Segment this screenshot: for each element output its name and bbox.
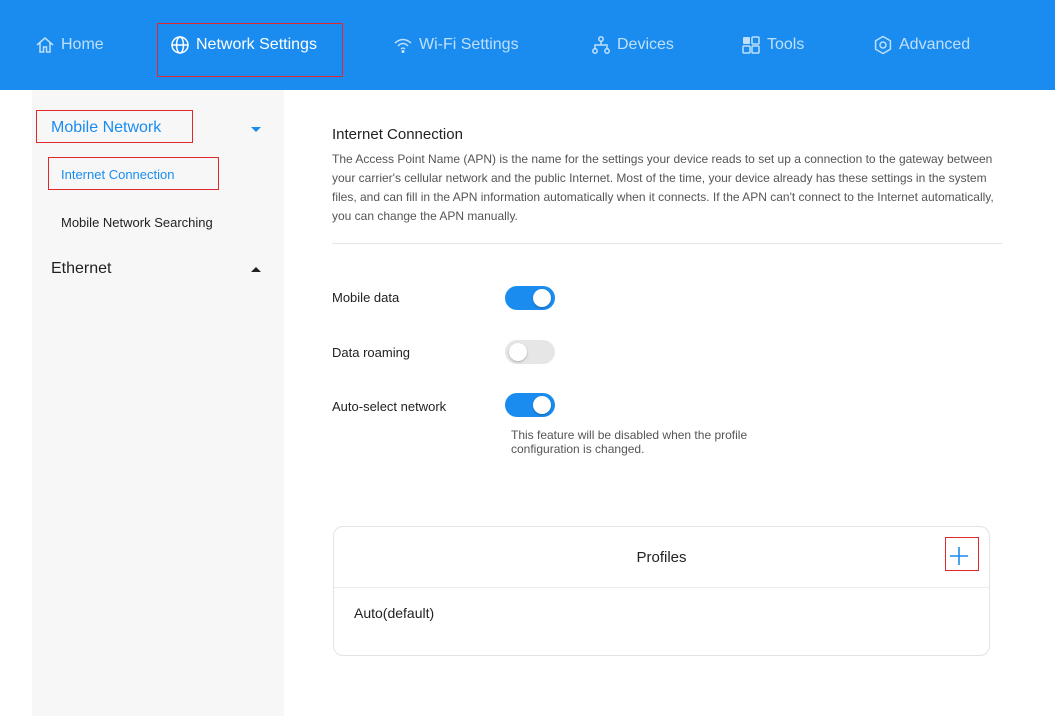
nav-home-label: Home [61,36,104,53]
toggle-knob [533,289,551,307]
tools-grid-icon [741,35,761,55]
nav-tools[interactable]: Tools [741,0,804,90]
nav-network-settings[interactable]: Network Settings [170,0,317,90]
mobile-data-toggle[interactable] [505,286,555,310]
sidebar-ethernet-label: Ethernet [51,260,112,277]
data-roaming-label: Data roaming [332,345,411,360]
globe-icon [170,35,190,55]
nav-tools-label: Tools [767,36,805,53]
sidebar-mobile-network[interactable]: Mobile Network [51,118,161,138]
auto-select-network-toggle[interactable] [505,393,555,417]
auto-select-network-label: Auto-select network [332,399,447,414]
nav-devices[interactable]: Devices [591,0,674,90]
home-icon [35,35,55,55]
sidebar-ethernet[interactable]: Ethernet [51,259,111,279]
nav-home[interactable]: Home [35,0,104,90]
sidebar-item-internet-connection[interactable]: Internet Connection [61,167,174,182]
chevron-up-icon[interactable] [251,267,261,272]
toggle-knob [533,396,551,414]
sidebar [32,90,284,716]
nav-wifi-settings[interactable]: Wi-Fi Settings [393,0,519,90]
toggle-knob [509,343,527,361]
profile-item[interactable]: Auto(default) [354,605,434,621]
top-nav: Home Network Settings Wi-Fi Settings Dev… [0,0,1055,90]
page-description: The Access Point Name (APN) is the name … [332,152,994,223]
profiles-card: Profiles Auto(default) [333,526,990,656]
nav-advanced[interactable]: Advanced [873,0,970,90]
mobile-data-label: Mobile data [332,290,400,305]
profiles-card-header: Profiles [334,527,989,588]
data-roaming-toggle[interactable] [505,340,555,364]
profiles-title: Profiles [636,549,687,566]
wifi-icon [393,35,413,55]
nav-advanced-label: Advanced [899,36,971,53]
nav-wifi-settings-label: Wi-Fi Settings [419,36,519,53]
nav-network-settings-label: Network Settings [196,36,317,53]
devices-icon [591,35,611,55]
plus-icon [950,547,968,565]
auto-select-hint: This feature will be disabled when the p… [511,428,748,456]
add-profile-button[interactable] [942,539,976,573]
page-title: Internet Connection [332,126,463,143]
nav-devices-label: Devices [617,36,674,53]
sidebar-mobile-network-label: Mobile Network [51,119,162,136]
gear-icon [873,35,893,55]
divider [332,243,1002,244]
sidebar-item-mobile-network-searching[interactable]: Mobile Network Searching [61,215,213,230]
chevron-down-icon[interactable] [251,127,261,132]
